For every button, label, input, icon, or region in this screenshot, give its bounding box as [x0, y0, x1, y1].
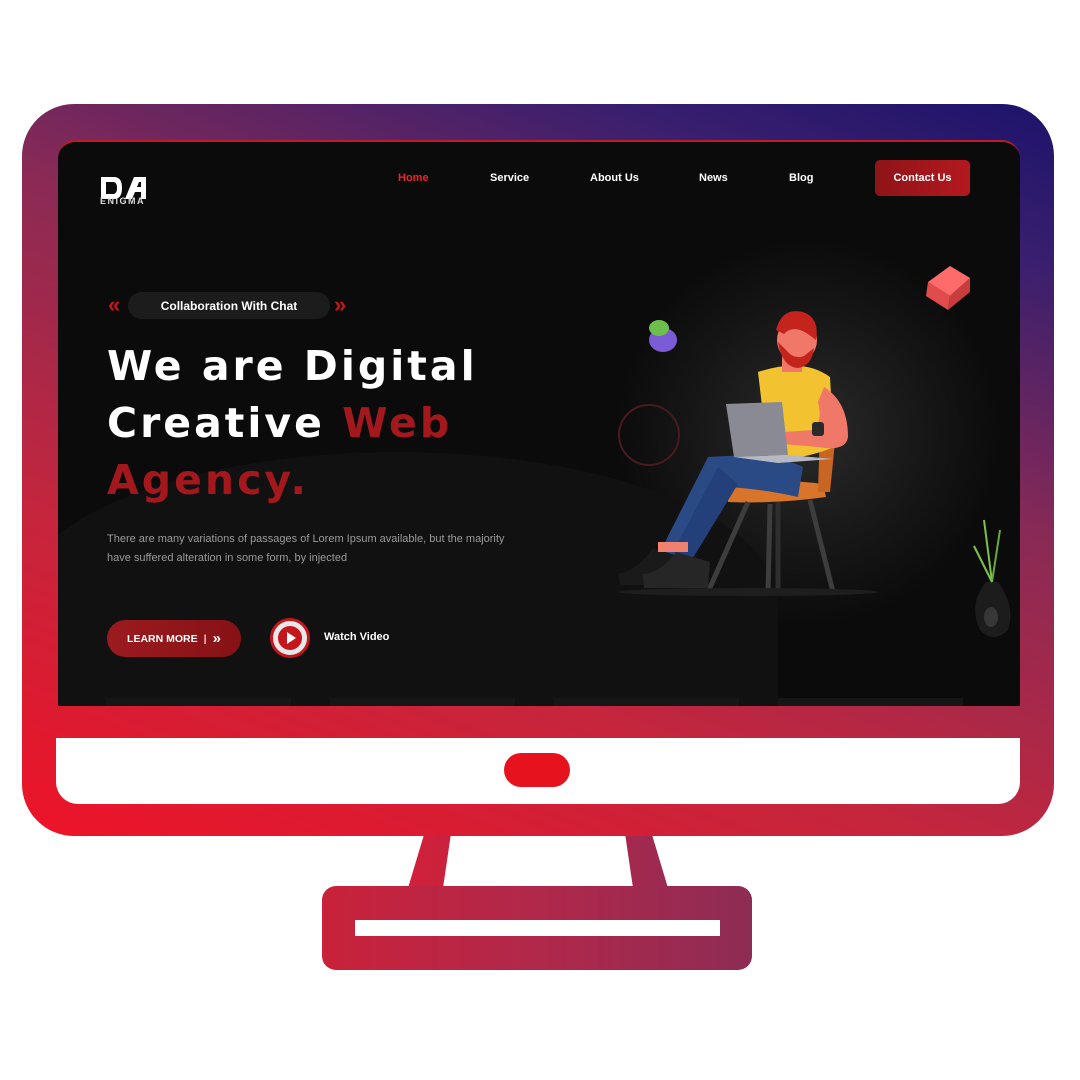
headline-web: Web [342, 399, 453, 447]
feature-card-preview [778, 698, 963, 706]
website-screen: ENIGMA Home Service About Us News Blog C… [58, 140, 1020, 706]
nav-about-us[interactable]: About Us [590, 172, 639, 184]
double-chevron-right-icon: » [212, 629, 221, 647]
learn-more-label: LEARN MORE [127, 632, 198, 645]
learn-more-button[interactable]: LEARN MORE | » [107, 620, 241, 657]
double-chevron-right-icon: » [334, 292, 347, 317]
play-video-button[interactable] [270, 618, 310, 658]
hero-description: There are many variations of passages of… [107, 533, 505, 564]
headline-line-1: We are Digital [107, 342, 478, 390]
contact-us-button[interactable]: Contact Us [875, 160, 970, 196]
double-chevron-left-icon: « [108, 292, 121, 317]
monitor-stand-neck-cutout [443, 836, 633, 888]
monitor-stand-slot [355, 920, 720, 936]
watch-video-link[interactable]: Watch Video [324, 631, 389, 643]
brand-name: ENIGMA [100, 196, 145, 206]
man-with-laptop-illustration [618, 266, 1011, 637]
feature-card-preview [554, 698, 739, 706]
collaboration-tag: Collaboration With Chat [128, 292, 330, 319]
headline-line-2: Creative Web [107, 395, 478, 452]
nav-blog[interactable]: Blog [789, 172, 813, 184]
power-indicator [504, 753, 570, 787]
headline-creative: Creative [107, 399, 343, 447]
button-divider: | [203, 632, 207, 645]
feature-card-preview [106, 698, 291, 706]
nav-service[interactable]: Service [490, 172, 529, 184]
feature-card-preview [330, 698, 515, 706]
nav-home[interactable]: Home [398, 172, 429, 184]
nav-news[interactable]: News [699, 172, 728, 184]
headline-agency: Agency. [107, 456, 309, 504]
hero-headline: We are Digital Creative Web Agency. [107, 338, 478, 509]
play-icon [278, 626, 302, 650]
